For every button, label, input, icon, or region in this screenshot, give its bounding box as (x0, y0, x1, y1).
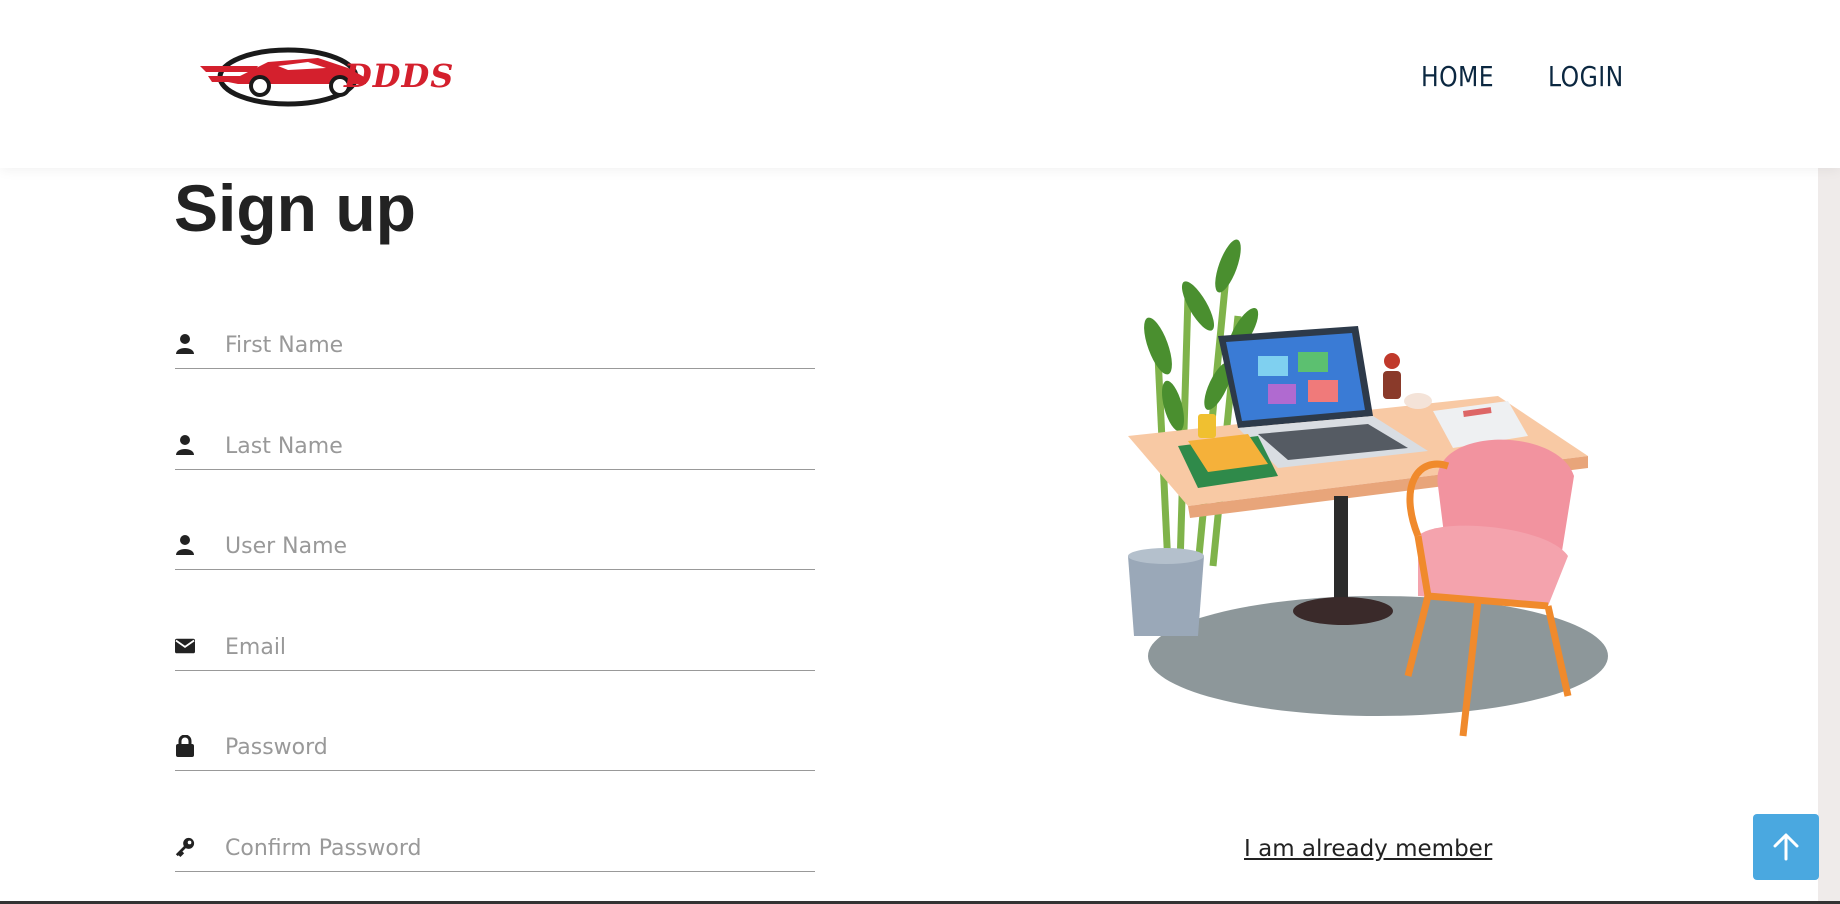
first-name-input[interactable] (225, 328, 805, 362)
arrow-up-icon (1773, 833, 1799, 861)
user-icon (175, 334, 195, 354)
desk-illustration (1128, 239, 1608, 737)
page-title: Sign up (174, 171, 416, 245)
last-name-field (175, 425, 815, 470)
site-header: DDDS HOME LOGIN (0, 0, 1840, 168)
nav-login[interactable]: LOGIN (1548, 60, 1624, 93)
logo-text: DDDS (344, 57, 455, 95)
last-name-input[interactable] (225, 429, 805, 463)
first-name-field (175, 324, 815, 369)
user-icon (175, 435, 195, 455)
lock-icon (175, 735, 195, 757)
envelope-icon (175, 636, 195, 656)
back-to-top-button[interactable] (1753, 814, 1819, 880)
user-icon (175, 535, 195, 555)
page: DDDS HOME LOGIN Sign up First Name Last … (0, 0, 1840, 904)
password-field (175, 726, 815, 771)
already-member-link[interactable]: I am already member (1244, 836, 1492, 862)
password-input[interactable] (225, 730, 805, 764)
email-input[interactable] (225, 630, 805, 664)
email-field (175, 626, 815, 671)
confirm-password-input[interactable] (225, 831, 805, 865)
nav-home[interactable]: HOME (1421, 60, 1494, 93)
key-icon (175, 837, 195, 858)
scrollbar[interactable] (1818, 168, 1840, 904)
confirm-password-field (175, 827, 815, 872)
user-name-field (175, 525, 815, 570)
main-nav: HOME LOGIN (1421, 60, 1638, 93)
user-name-input[interactable] (225, 529, 805, 563)
